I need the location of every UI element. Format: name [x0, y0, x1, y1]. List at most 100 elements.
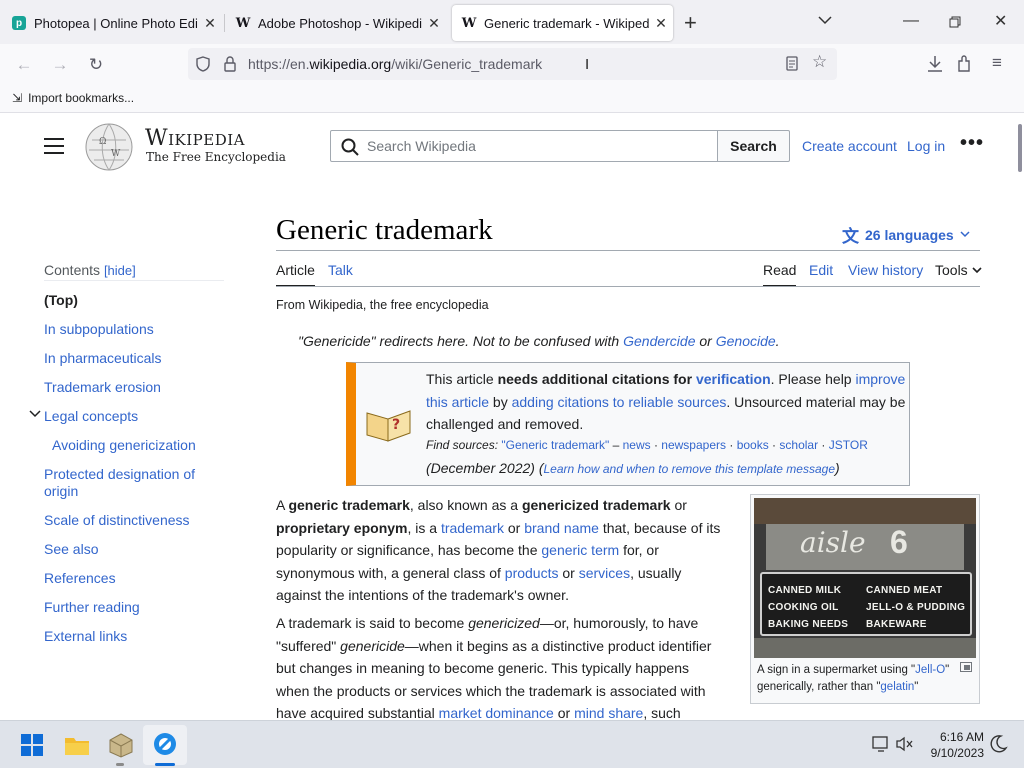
- scholar-link[interactable]: scholar: [779, 438, 818, 452]
- close-tab-icon[interactable]: ✕: [198, 15, 222, 32]
- volume-muted-icon[interactable]: [896, 736, 914, 752]
- toc-item-trademark-erosion[interactable]: Trademark erosion: [44, 379, 161, 396]
- adding-citations-link[interactable]: adding citations to reliable sources: [512, 394, 727, 410]
- page-scrollbar[interactable]: [1018, 124, 1022, 172]
- learn-remove-template-link[interactable]: Learn how and when to remove this templa…: [544, 462, 836, 476]
- windows-start-icon[interactable]: [21, 734, 43, 756]
- toc-hide-link[interactable]: [hide]: [104, 263, 136, 278]
- toc-item-top[interactable]: (Top): [44, 292, 78, 309]
- supermarket-sign-image[interactable]: aisle 6 CANNED MILK COOKING OIL BAKING N…: [754, 498, 976, 658]
- search-button[interactable]: Search: [717, 130, 790, 162]
- tab-read[interactable]: Read: [763, 262, 797, 287]
- gelatin-link[interactable]: gelatin: [880, 681, 914, 693]
- text-cursor-icon: I: [585, 56, 590, 73]
- tab-talk[interactable]: Talk: [328, 262, 353, 278]
- reload-icon[interactable]: ↻: [84, 53, 108, 77]
- close-tab-icon[interactable]: ✕: [649, 15, 673, 32]
- notifications-moon-icon[interactable]: [988, 734, 1008, 754]
- translate-icon: 文: [842, 227, 859, 246]
- tab-generic-trademark[interactable]: W Generic trademark - Wikipedia ✕: [452, 5, 673, 41]
- tracking-protection-shield-icon[interactable]: [196, 56, 210, 72]
- para-text: or: [503, 519, 525, 536]
- downloads-icon[interactable]: [927, 55, 943, 73]
- toc-item-further-reading[interactable]: Further reading: [44, 599, 140, 616]
- reader-view-icon[interactable]: [786, 56, 798, 71]
- from-wikipedia-note: From Wikipedia, the free encyclopedia: [276, 298, 489, 312]
- news-link[interactable]: news: [623, 438, 651, 452]
- address-bar[interactable]: https://en.wikipedia.org/wiki/Generic_tr…: [188, 48, 837, 80]
- hatnote-text: "Genericide" redirects here. Not to be c…: [298, 333, 624, 349]
- toc-item-scale-of-distinctiveness[interactable]: Scale of distinctiveness: [44, 512, 190, 529]
- find-query-link[interactable]: "Generic trademark": [501, 438, 609, 452]
- toc-item-legal-concepts[interactable]: Legal concepts: [44, 408, 138, 425]
- log-in-link[interactable]: Log in: [907, 138, 945, 154]
- more-options-icon[interactable]: •••: [960, 132, 984, 155]
- products-link[interactable]: products: [505, 565, 559, 581]
- toc-item-avoiding-genericization[interactable]: Avoiding genericization: [52, 437, 196, 454]
- brand-name-link[interactable]: brand name: [524, 520, 599, 536]
- new-tab-icon[interactable]: +: [684, 10, 697, 36]
- svg-text:?: ?: [392, 417, 400, 433]
- restore-icon[interactable]: [949, 16, 961, 28]
- import-bookmarks-item[interactable]: ⇲ Import bookmarks...: [12, 91, 134, 105]
- main-menu-icon[interactable]: [44, 138, 64, 154]
- sign-label: JELL-O & PUDDING: [866, 602, 966, 613]
- genocide-link[interactable]: Genocide: [716, 333, 776, 349]
- hatnote-text: or: [695, 333, 716, 349]
- toc-item-references[interactable]: References: [44, 570, 116, 587]
- close-tab-icon[interactable]: ✕: [422, 15, 446, 32]
- jstor-link[interactable]: JSTOR: [829, 438, 868, 452]
- notice-bold: needs additional citations for: [497, 371, 696, 387]
- mind-share-link[interactable]: mind share: [574, 705, 643, 720]
- toc-item-in-subpopulations[interactable]: In subpopulations: [44, 321, 154, 338]
- tablet-mode-icon[interactable]: [872, 736, 890, 752]
- menu-icon[interactable]: ≡: [992, 53, 1002, 73]
- create-account-link[interactable]: Create account: [802, 138, 897, 154]
- system-clock[interactable]: 6:16 AM 9/10/2023: [922, 729, 984, 761]
- bookmark-star-icon[interactable]: ☆: [812, 52, 827, 72]
- market-dominance-link[interactable]: market dominance: [439, 705, 554, 720]
- newspapers-link[interactable]: newspapers: [661, 438, 726, 452]
- tab-view-history[interactable]: View history: [848, 262, 923, 278]
- wikipedia-globe-logo[interactable]: Ω W: [84, 122, 134, 172]
- tools-dropdown[interactable]: Tools: [935, 262, 982, 278]
- figure-caption: A sign in a supermarket using "Jell-O " g…: [757, 662, 953, 696]
- list-all-tabs-icon[interactable]: [818, 15, 832, 25]
- tab-edit[interactable]: Edit: [809, 262, 833, 278]
- lock-icon[interactable]: [224, 56, 236, 72]
- enlarge-icon[interactable]: [960, 662, 972, 672]
- verification-link[interactable]: verification: [696, 371, 771, 387]
- toc-item-in-pharmaceuticals[interactable]: In pharmaceuticals: [44, 350, 162, 367]
- active-app-indicator: [155, 763, 175, 766]
- books-link[interactable]: books: [737, 438, 769, 452]
- toc-item-external-links[interactable]: External links: [44, 628, 127, 645]
- services-link[interactable]: services: [579, 565, 630, 581]
- search-input[interactable]: Search Wikipedia: [330, 130, 718, 162]
- back-icon[interactable]: ←: [12, 53, 36, 77]
- para-italic: genericized: [468, 615, 540, 631]
- tab-adobe-photoshop[interactable]: W Adobe Photoshop - Wikipedia ✕: [226, 5, 446, 41]
- toc-item-protected-designation[interactable]: Protected designation of origin: [44, 466, 219, 500]
- forward-icon[interactable]: →: [48, 53, 72, 77]
- trademark-link[interactable]: trademark: [441, 520, 504, 536]
- package-app-icon[interactable]: [108, 732, 134, 758]
- wikipedia-wordmark[interactable]: Wikipedia: [145, 126, 245, 151]
- sign-aisle-text: aisle: [800, 526, 866, 559]
- extensions-icon[interactable]: [956, 55, 972, 73]
- close-window-icon[interactable]: ✕: [994, 11, 1007, 31]
- minimize-icon[interactable]: —: [903, 12, 919, 30]
- tab-article[interactable]: Article: [276, 262, 315, 287]
- toc-item-see-also[interactable]: See also: [44, 541, 98, 558]
- book-question-icon: ?: [366, 410, 411, 442]
- svg-text:W: W: [111, 149, 121, 159]
- jell-o-link[interactable]: Jell-O: [915, 664, 945, 676]
- language-count: 26 languages: [865, 226, 954, 243]
- toc-divider: [44, 280, 224, 281]
- file-explorer-icon[interactable]: [64, 734, 90, 756]
- language-selector[interactable]: 文 26 languages: [842, 222, 970, 247]
- generic-term-link[interactable]: generic term: [541, 542, 619, 558]
- tab-photopea[interactable]: p Photopea | Online Photo Editor ✕: [2, 5, 222, 41]
- firefox-icon[interactable]: [153, 732, 177, 756]
- gendercide-link[interactable]: Gendercide: [623, 333, 695, 349]
- toc-collapse-chevron-icon[interactable]: [29, 410, 41, 418]
